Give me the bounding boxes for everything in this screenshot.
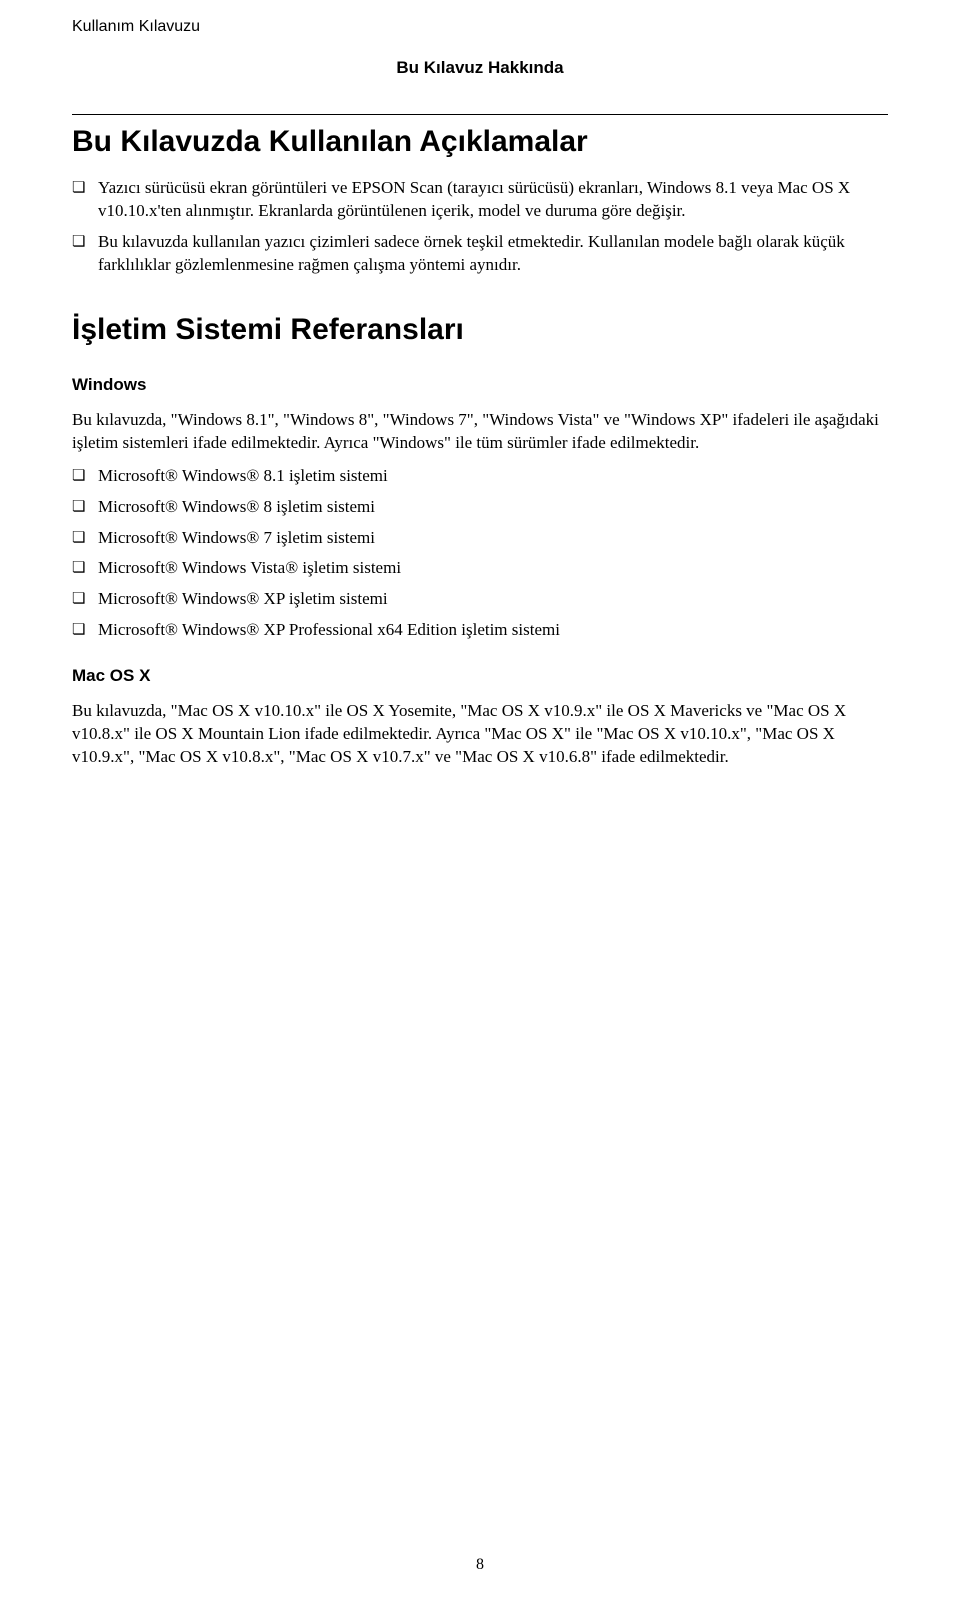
list-item: Microsoft® Windows® XP Professional x64 … — [72, 619, 888, 642]
section1-bullets: Yazıcı sürücüsü ekran görüntüleri ve EPS… — [72, 177, 888, 277]
doc-title: Kullanım Kılavuzu — [72, 18, 888, 36]
section1-title: Bu Kılavuzda Kullanılan Açıklamalar — [72, 125, 888, 159]
page-content: Kullanım Kılavuzu Bu Kılavuz Hakkında Bu… — [0, 0, 960, 769]
list-item: Microsoft® Windows® 7 işletim sistemi — [72, 527, 888, 550]
list-item: Microsoft® Windows® XP işletim sistemi — [72, 588, 888, 611]
windows-intro: Bu kılavuzda, "Windows 8.1", "Windows 8"… — [72, 409, 888, 455]
list-item: Microsoft® Windows Vista® işletim sistem… — [72, 557, 888, 580]
mac-body: Bu kılavuzda, "Mac OS X v10.10.x" ile OS… — [72, 700, 888, 769]
mac-heading: Mac OS X — [72, 666, 888, 686]
windows-heading: Windows — [72, 375, 888, 395]
list-item: Microsoft® Windows® 8 işletim sistemi — [72, 496, 888, 519]
page-number: 8 — [0, 1556, 960, 1574]
mac-block: Mac OS X Bu kılavuzda, "Mac OS X v10.10.… — [72, 666, 888, 769]
section-breadcrumb: Bu Kılavuz Hakkında — [72, 58, 888, 78]
list-item: Microsoft® Windows® 8.1 işletim sistemi — [72, 465, 888, 488]
section2-title: İşletim Sistemi Referansları — [72, 313, 888, 347]
windows-os-list: Microsoft® Windows® 8.1 işletim sistemi … — [72, 465, 888, 643]
section-rule — [72, 114, 888, 115]
list-item: Yazıcı sürücüsü ekran görüntüleri ve EPS… — [72, 177, 888, 223]
list-item: Bu kılavuzda kullanılan yazıcı çizimleri… — [72, 231, 888, 277]
